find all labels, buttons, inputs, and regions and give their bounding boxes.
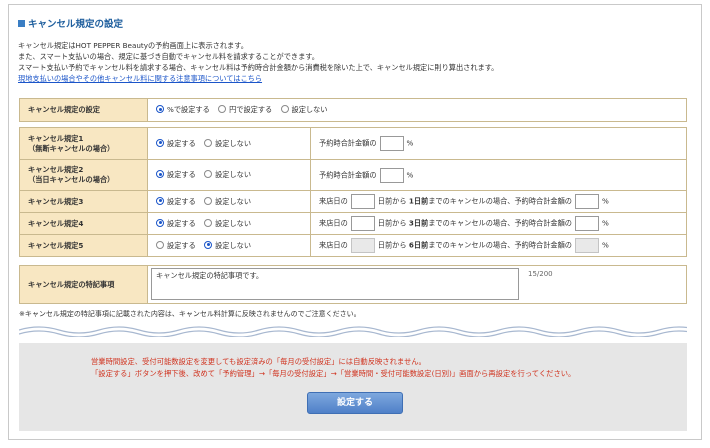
rule-4-detail: 来店日の 日前から 3日前までのキャンセルの場合、予約時合計金額の% (310, 212, 687, 235)
rule-1-set[interactable]: 設定する (156, 138, 196, 149)
rule-4-set[interactable]: 設定する (156, 218, 196, 229)
rule-2-label: キャンセル規定2 （当日キャンセルの場合） (19, 159, 148, 191)
warning-line: 営業時間設定、受付可能数設定を変更しても設定済みの「毎月の受付設定」には自動反映… (91, 357, 426, 366)
rule-row-2: キャンセル規定2 （当日キャンセルの場合） 設定する 設定しない 予約時合計金額の… (19, 159, 687, 191)
special-note-textarea[interactable]: キャンセル規定の特記事項です。 (151, 268, 519, 300)
special-note-label: キャンセル規定の特記事項 (19, 265, 148, 304)
rule-2-detail: 予約時合計金額の% (310, 159, 687, 191)
rule-5-label: キャンセル規定5 (19, 234, 148, 257)
special-note-cell: キャンセル規定の特記事項です。 15/200 (147, 265, 687, 304)
radio-percent[interactable] (156, 105, 164, 113)
description-block: キャンセル規定はHOT PEPPER Beautyの予約画面上に表示されます。 … (18, 40, 498, 84)
rule-4-options: 設定する 設定しない (147, 212, 311, 235)
rule-row-4: キャンセル規定4 設定する 設定しない 来店日の 日前から 3日前までのキャンセル… (19, 212, 687, 235)
rule-1-unset[interactable]: 設定しない (204, 138, 251, 149)
rule-3-days-input[interactable] (350, 194, 375, 209)
rule-3-percent-input[interactable] (574, 194, 599, 209)
rule-5-options: 設定する 設定しない (147, 234, 311, 257)
rule-4-radio-set[interactable] (156, 218, 164, 227)
rule-3-set[interactable]: 設定する (156, 196, 196, 207)
rule-5-set[interactable]: 設定する (156, 240, 196, 251)
special-note-footnote: ※キャンセル規定の特記事項に記載された内容は、キャンセル料計算に反映されませんの… (19, 310, 361, 318)
rule-2-radio-set[interactable] (156, 170, 164, 178)
submit-panel: 営業時間設定、受付可能数設定を変更しても設定済みの「毎月の受付設定」には自動反映… (19, 343, 687, 431)
rule-row-1: キャンセル規定1 （無断キャンセルの場合） 設定する 設定しない 予約時合計金額の… (19, 127, 687, 160)
submit-button[interactable]: 設定する (307, 392, 403, 414)
special-note-counter: 15/200 (528, 270, 553, 278)
radio-none[interactable] (280, 105, 289, 113)
rule-5-radio-unset[interactable] (204, 240, 213, 249)
cancel-notes-link[interactable]: 現地支払いの場合やその他キャンセル料に関する注意事項についてはこちら (18, 73, 498, 84)
cancel-setting-options: %で設定する 円で設定する 設定しない (147, 98, 687, 122)
rule-2-set[interactable]: 設定する (156, 170, 196, 180)
rule-3-unset[interactable]: 設定しない (204, 196, 251, 207)
rule-2-unset[interactable]: 設定しない (204, 170, 251, 180)
rule-3-label: キャンセル規定3 (19, 190, 148, 213)
rule-5-percent-input[interactable] (574, 238, 599, 253)
rule-3-options: 設定する 設定しない (147, 190, 311, 213)
setting-option-percent[interactable]: %で設定する (156, 105, 210, 115)
rule-5-radio-set[interactable] (156, 240, 164, 249)
wave-divider (19, 326, 687, 337)
description-line: キャンセル規定はHOT PEPPER Beautyの予約画面上に表示されます。 (18, 41, 248, 50)
rule-row-5: キャンセル規定5 設定する 設定しない 来店日の 日前から 6日前までのキャンセル… (19, 234, 687, 257)
rule-row-3: キャンセル規定3 設定する 設定しない 来店日の 日前から 1日前までのキャンセル… (19, 190, 687, 213)
rule-4-radio-unset[interactable] (204, 218, 213, 227)
rule-4-days-input[interactable] (350, 216, 375, 231)
warning-text: 営業時間設定、受付可能数設定を変更しても設定済みの「毎月の受付設定」には自動反映… (91, 356, 575, 380)
rule-1-label: キャンセル規定1 （無断キャンセルの場合） (19, 127, 148, 160)
rule-2-percent-input[interactable] (379, 167, 404, 183)
setting-option-yen[interactable]: 円で設定する (218, 105, 272, 115)
cancel-rules-table: キャンセル規定1 （無断キャンセルの場合） 設定する 設定しない 予約時合計金額の… (19, 127, 687, 257)
description-line: また、スマート支払いの場合、規定に基づき自動でキャンセル料を請求することができま… (18, 52, 319, 61)
special-note-table: キャンセル規定の特記事項 キャンセル規定の特記事項です。 15/200 (19, 265, 687, 304)
rule-4-percent-input[interactable] (574, 216, 599, 231)
rule-5-unset[interactable]: 設定しない (204, 240, 251, 251)
rule-5-detail: 来店日の 日前から 6日前までのキャンセルの場合、予約時合計金額の% (310, 234, 687, 257)
rule-1-radio-set[interactable] (156, 138, 164, 147)
rule-5-days-input[interactable] (350, 238, 375, 253)
cancel-setting-label: キャンセル規定の設定 (19, 98, 148, 122)
section-title: キャンセル規定の設定 (18, 16, 123, 30)
rule-1-radio-unset[interactable] (204, 138, 213, 147)
rule-4-unset[interactable]: 設定しない (204, 218, 251, 229)
warning-line: 「設定する」ボタンを押下後、改めて「予約管理」→「毎月の受付設定」→「営業時間・… (91, 369, 576, 378)
rule-3-radio-unset[interactable] (204, 196, 213, 205)
rule-3-radio-set[interactable] (156, 196, 164, 205)
rule-3-detail: 来店日の 日前から 1日前までのキャンセルの場合、予約時合計金額の% (310, 190, 687, 213)
rule-1-options: 設定する 設定しない (147, 127, 311, 160)
rule-1-percent-input[interactable] (379, 136, 404, 151)
description-line: スマート支払い予約でキャンセル料を請求する場合、キャンセル料は予約時合計金額から… (18, 63, 499, 72)
title-square-icon (18, 20, 25, 27)
rule-4-label: キャンセル規定4 (19, 212, 148, 235)
cancel-setting-table: キャンセル規定の設定 %で設定する 円で設定する 設定しない (19, 98, 687, 122)
rule-2-radio-unset[interactable] (204, 170, 213, 178)
setting-option-none[interactable]: 設定しない (280, 105, 327, 115)
rule-1-detail: 予約時合計金額の% (310, 127, 687, 160)
radio-yen[interactable] (218, 105, 227, 113)
rule-2-options: 設定する 設定しない (147, 159, 311, 191)
